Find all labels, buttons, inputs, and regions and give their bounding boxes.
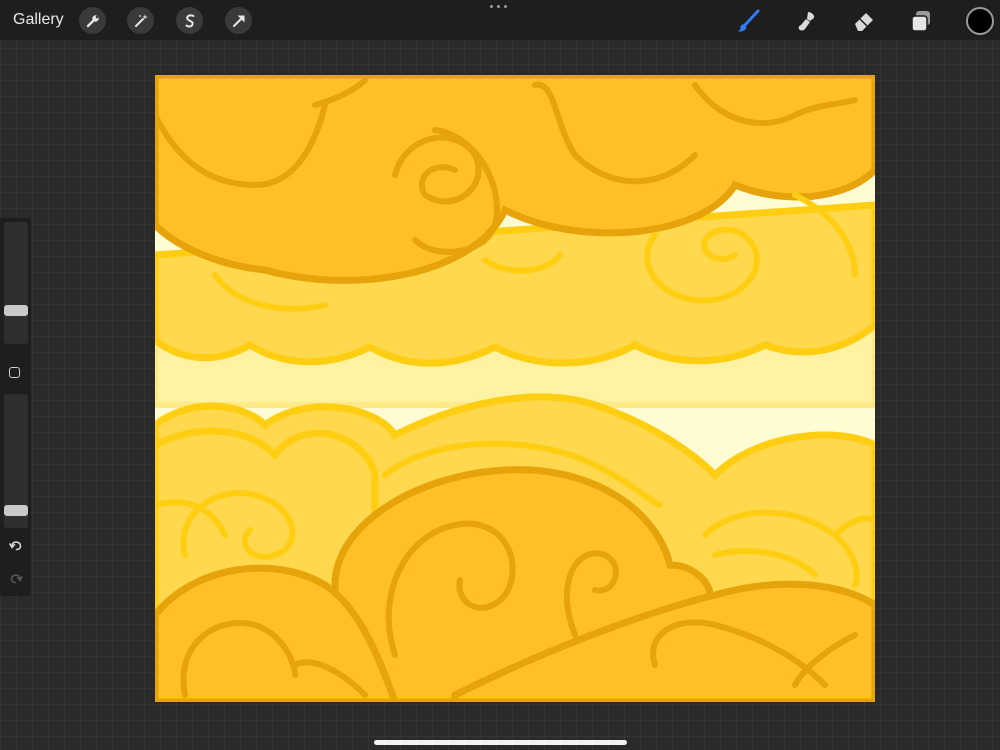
redo-icon[interactable]	[9, 572, 23, 586]
transform-button[interactable]	[225, 7, 252, 34]
brush-size-slider[interactable]	[4, 222, 28, 344]
drawing-canvas[interactable]	[155, 75, 875, 702]
layers-button[interactable]	[907, 7, 935, 35]
dot	[497, 5, 500, 8]
brush-icon	[738, 9, 760, 32]
top-toolbar: Gallery	[0, 0, 1000, 40]
paint-tool-button[interactable]	[735, 7, 763, 35]
transform-arrow-icon	[232, 15, 244, 27]
more-options-handle[interactable]	[490, 5, 507, 8]
opacity-thumb[interactable]	[4, 504, 28, 516]
dot	[490, 5, 493, 8]
actions-button[interactable]	[79, 7, 106, 34]
smudge-tool-button[interactable]	[792, 7, 820, 35]
dot	[504, 5, 507, 8]
eraser-tool-button[interactable]	[850, 7, 878, 35]
undo-icon[interactable]	[9, 539, 23, 553]
brush-size-thumb[interactable]	[4, 305, 28, 317]
color-swatch[interactable]	[966, 7, 994, 35]
gallery-button[interactable]: Gallery	[13, 11, 64, 29]
layers-icon	[911, 11, 930, 32]
magic-wand-icon	[134, 13, 148, 27]
home-indicator	[374, 740, 627, 745]
modify-button[interactable]	[9, 367, 20, 378]
selection-icon	[185, 13, 194, 28]
eraser-icon	[855, 13, 873, 31]
sidebar	[0, 218, 31, 596]
wrench-icon	[86, 14, 99, 27]
adjustments-button[interactable]	[127, 7, 154, 34]
selection-button[interactable]	[176, 7, 203, 34]
smudge-icon	[798, 12, 815, 31]
